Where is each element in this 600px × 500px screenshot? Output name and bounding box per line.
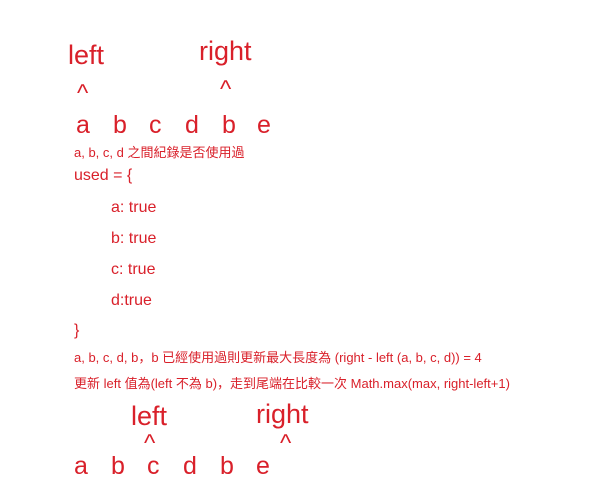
step1-left-caret: ^ [77,80,89,107]
used-entry-b: b: true [111,230,157,247]
step2-char-3: d [183,452,197,480]
used-object-close: } [74,322,80,339]
step1-char-4: b [222,111,236,139]
step1-char-5: e [257,111,271,139]
step1-right-caret: ^ [220,76,232,103]
step1-left-label: left [68,40,105,70]
explanation-line-2: 更新 left 值為(left 不為 b)，走到尾端在比較一次 Math.max… [74,376,510,391]
step2-left-label: left [131,401,168,431]
step1-char-2: c [149,111,162,139]
step2-right-label: right [256,399,309,429]
used-entry-d: d:true [111,292,152,309]
step1-right-label: right [199,36,252,66]
step2-char-2: c [147,452,160,480]
used-object-open: used = { [74,167,133,184]
step2-char-1: b [111,452,125,480]
used-entry-a: a: true [111,199,157,216]
step1-char-0: a [76,111,90,139]
step2-right-caret: ^ [280,430,292,457]
step1-char-1: b [113,111,127,139]
step2-char-4: b [220,452,234,480]
used-entry-c: c: true [111,261,156,278]
step1-char-3: d [185,111,199,139]
step2-char-5: e [256,452,270,480]
step2-char-0: a [74,452,88,480]
explanation-line-1: a, b, c, d, b，b 已經使用過則更新最大長度為 (right - l… [74,350,482,365]
used-note: a, b, c, d 之間紀錄是否使用過 [74,145,245,160]
